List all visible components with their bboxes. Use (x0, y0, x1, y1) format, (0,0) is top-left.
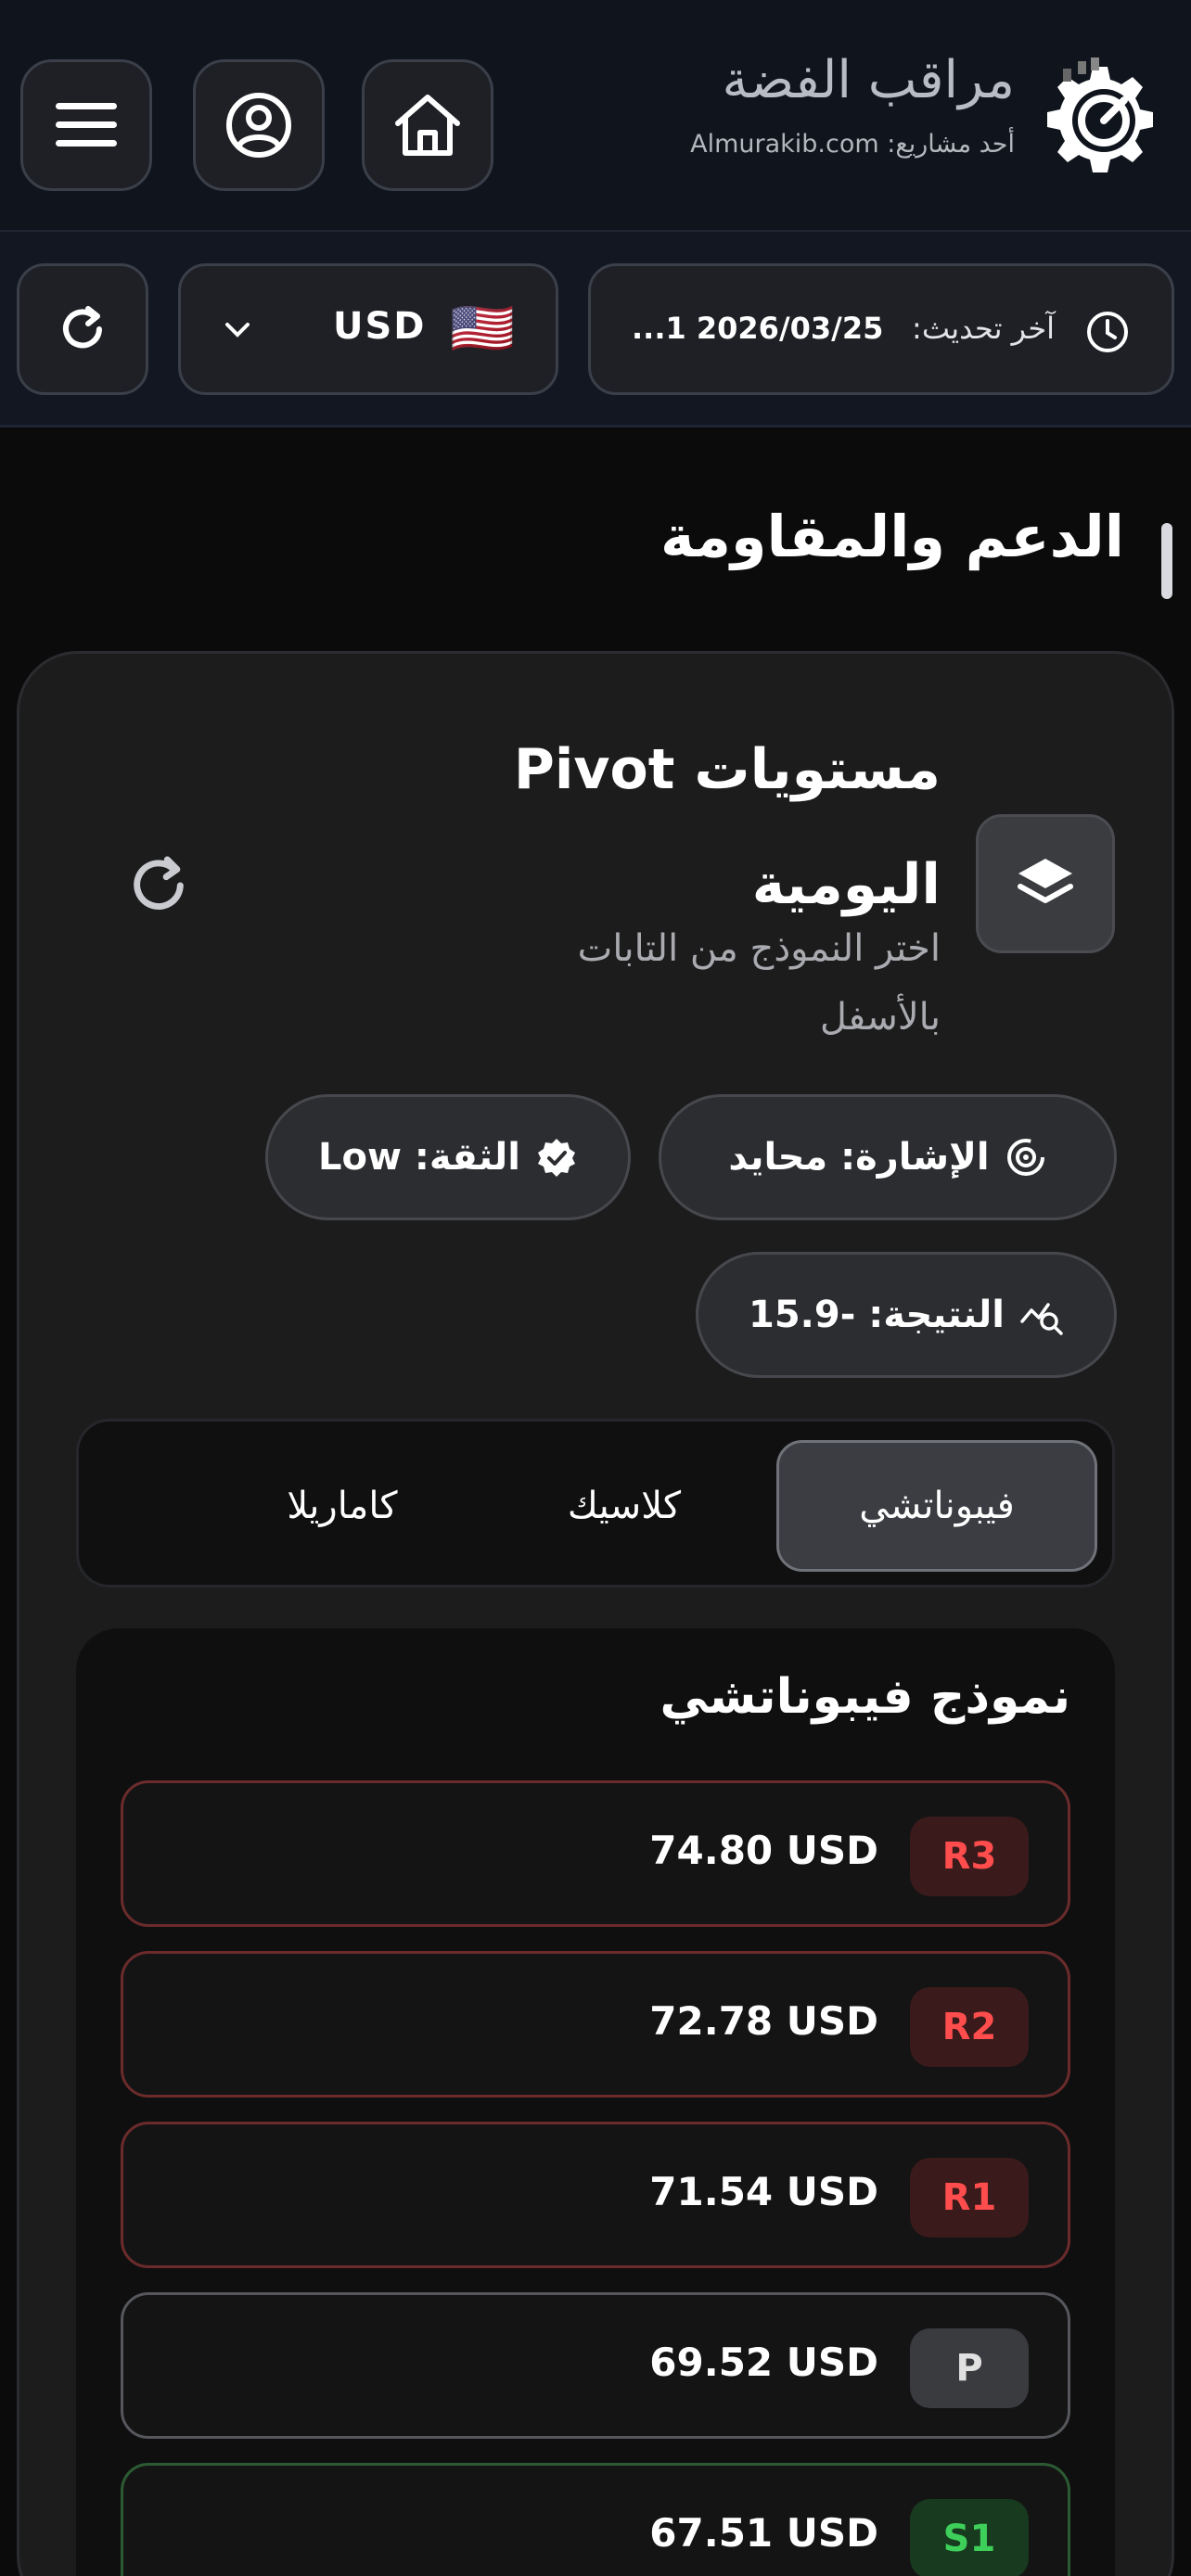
refresh-icon (63, 306, 102, 349)
signal-text: الإشارة: محايد (728, 1136, 990, 1179)
level-row-r2: R2 72.78 USD (121, 1951, 1070, 2098)
brand-title: مراقب الفضة (722, 50, 1015, 110)
level-badge: R3 (910, 1817, 1029, 1896)
profile-button[interactable] (193, 59, 325, 191)
verified-badge-icon (537, 1139, 575, 1177)
confidence-chip: الثقة: Low (265, 1094, 631, 1220)
card-title: مستويات Pivot اليومية (513, 737, 941, 917)
layers-button[interactable] (976, 814, 1115, 953)
level-badge: S1 (910, 2499, 1029, 2576)
tab-woodie[interactable]: وو (79, 1440, 194, 1572)
tab-classic[interactable]: كلاسيك (494, 1440, 754, 1572)
level-value: 74.80 USD (649, 1828, 878, 1873)
level-value: 71.54 USD (649, 2169, 878, 2214)
level-badge: R1 (910, 2158, 1029, 2238)
level-value: 67.51 USD (649, 2510, 878, 2556)
confidence-text: الثقة: Low (318, 1136, 520, 1179)
section-title: الدعم والمقاومة (660, 503, 1124, 570)
menu-icon (56, 103, 117, 147)
level-row-s1: S1 67.51 USD (121, 2463, 1070, 2576)
chart-search-icon (1020, 1303, 1063, 1335)
last-update-box: 2026/03/25 1... آخر تحديث: (588, 263, 1174, 395)
level-row-r3: R3 74.80 USD (121, 1780, 1070, 1927)
chevron-down-icon (225, 323, 250, 338)
us-flag-icon: 🇺🇸 (450, 299, 515, 359)
level-value: 69.52 USD (649, 2340, 878, 2385)
model-tabs: فيبوناتشي كلاسيك كاماريلا وو (76, 1419, 1115, 1588)
refresh-button[interactable] (17, 263, 148, 395)
brand-subtitle: أحد مشاريع: Almurakib.com (690, 130, 1015, 159)
level-badge: P (910, 2328, 1029, 2408)
level-row-r1: R1 71.54 USD (121, 2122, 1070, 2268)
clock-icon (1087, 312, 1128, 352)
level-value: 72.78 USD (649, 1998, 878, 2044)
signal-chip: الإشارة: محايد (659, 1094, 1117, 1220)
card-description: اختر النموذج من التابات بالأسفل (577, 927, 941, 1039)
signal-icon (1006, 1139, 1044, 1176)
tab-camarilla[interactable]: كاماريلا (212, 1440, 472, 1572)
home-icon (395, 95, 460, 156)
last-update-value: 2026/03/25 1... (632, 311, 884, 346)
logo-gear-icon (1047, 57, 1153, 172)
app-header (0, 0, 1191, 230)
tab-fibonacci[interactable]: فيبوناتشي (776, 1440, 1097, 1572)
menu-button[interactable] (20, 59, 152, 191)
home-button[interactable] (362, 59, 493, 191)
status-bar-divider (0, 425, 1191, 427)
section-accent-bar (1161, 523, 1172, 599)
model-title: نموذج فيبوناتشي (660, 1669, 1070, 1725)
score-text: النتيجة: -15.9 (748, 1294, 1005, 1336)
currency-select[interactable]: USD 🇺🇸 (178, 263, 558, 395)
layers-icon (1018, 859, 1073, 903)
score-chip: النتيجة: -15.9 (696, 1252, 1117, 1378)
last-update-label: آخر تحديث: (912, 311, 1055, 346)
user-icon (226, 93, 291, 158)
level-badge: R2 (910, 1987, 1029, 2067)
card-refresh-icon[interactable] (126, 853, 191, 918)
currency-code: USD (333, 305, 427, 348)
level-row-pivot: P 69.52 USD (121, 2292, 1070, 2439)
